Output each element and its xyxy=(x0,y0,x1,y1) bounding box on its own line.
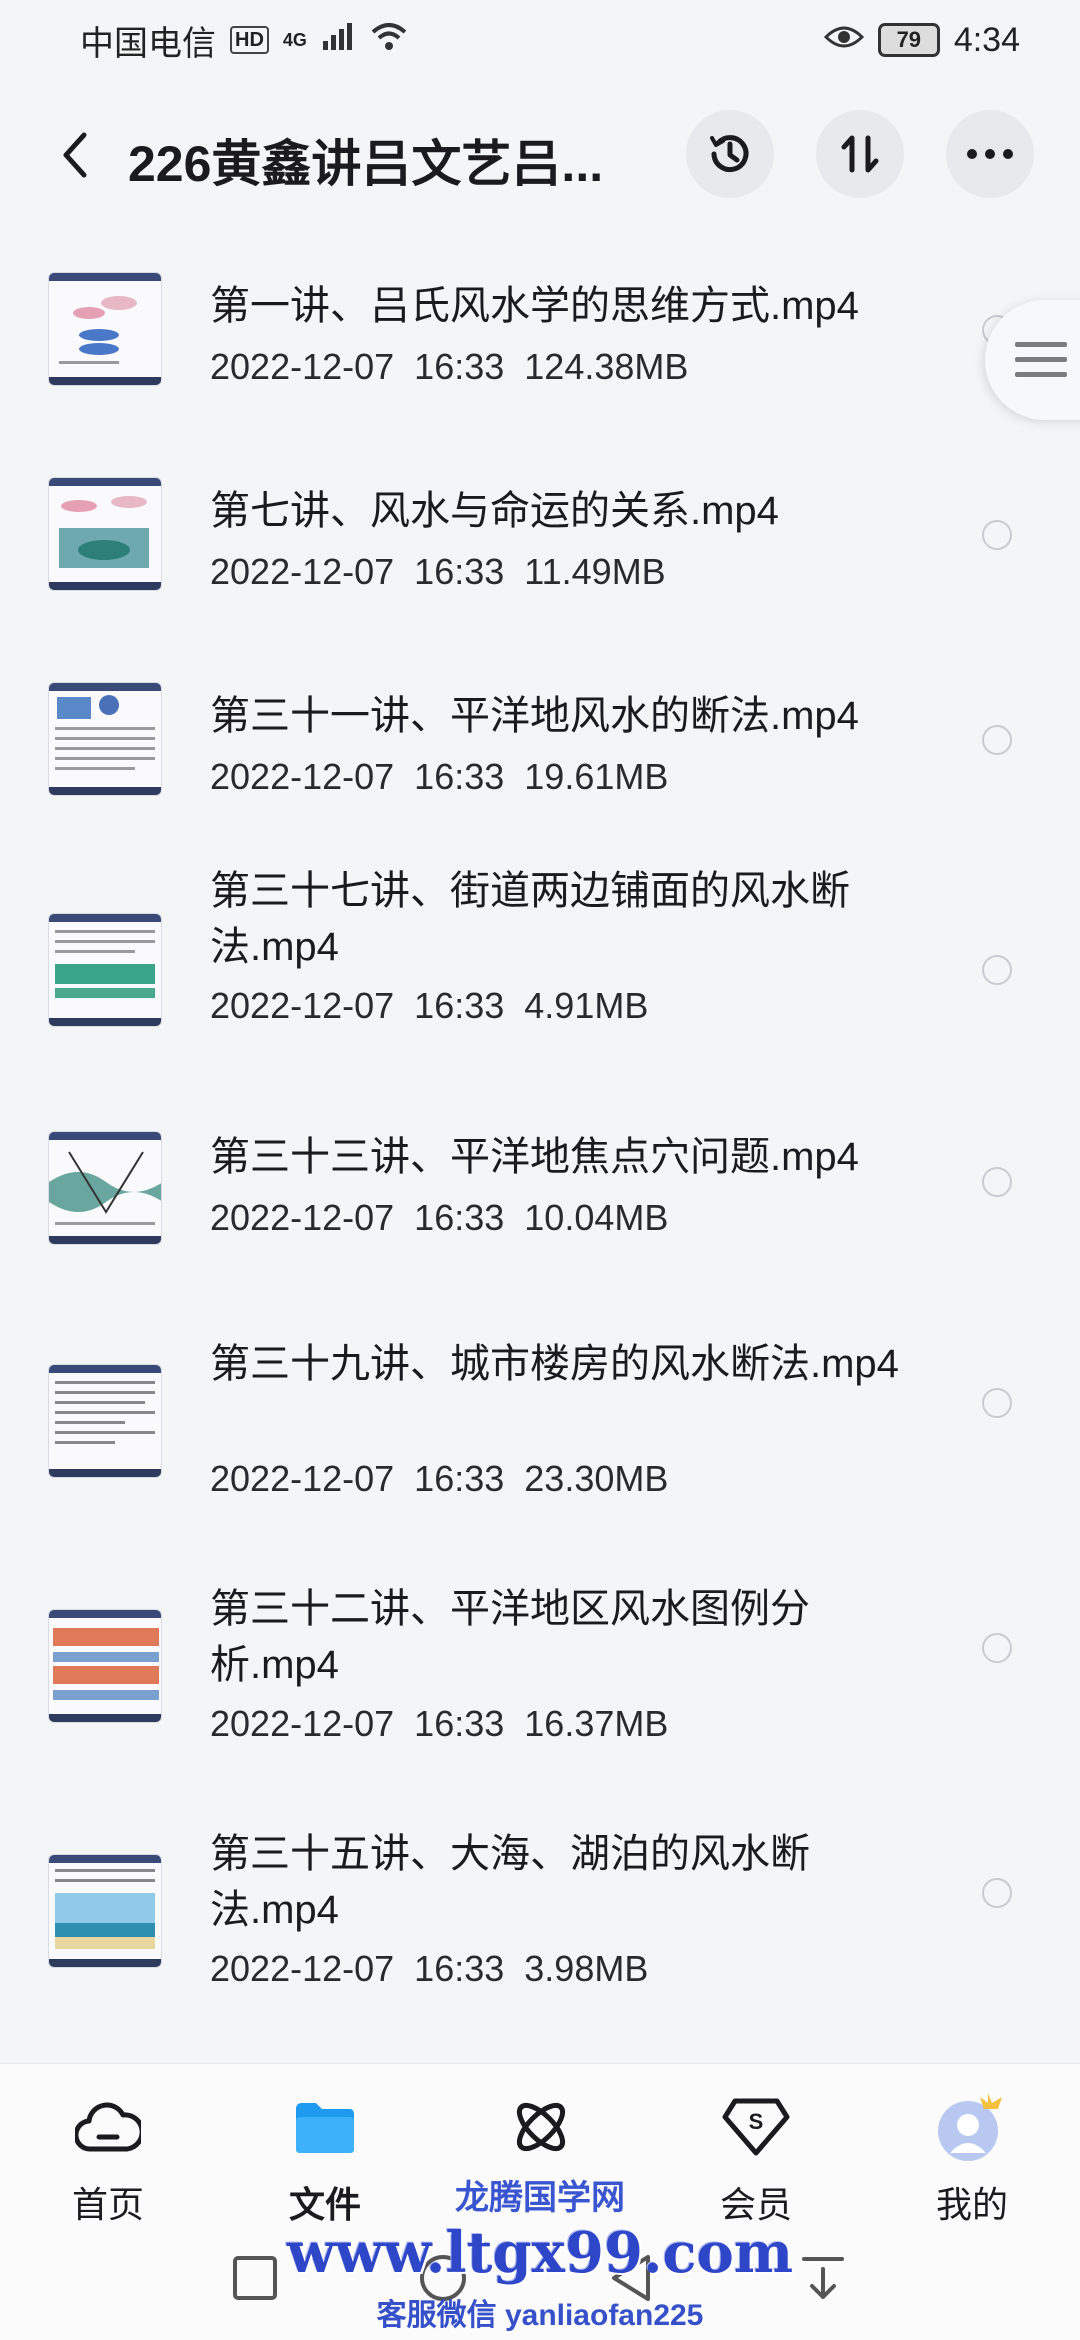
video-thumbnail xyxy=(48,1131,162,1245)
file-time: 16:33 xyxy=(414,985,505,1026)
file-meta: 2022-12-07 16:33 3.98MB xyxy=(210,1948,648,1990)
file-time: 16:33 xyxy=(414,551,505,592)
nav-item-discover[interactable] xyxy=(471,2092,611,2176)
file-time: 16:33 xyxy=(414,346,505,387)
sort-button[interactable] xyxy=(816,110,904,198)
file-name: 第三十七讲、街道两边铺面的风水断法.mp4 xyxy=(210,869,850,969)
file-name: 第三十一讲、平洋地风水的断法.mp4 xyxy=(210,694,859,738)
select-checkbox[interactable] xyxy=(982,1388,1012,1418)
list-item[interactable]: 第三十五讲、大海、湖泊的风水断法.mp4 2022-12-07 16:33 3.… xyxy=(0,1828,1080,2083)
file-size: 124.38MB xyxy=(524,346,689,387)
hd-badge: HD xyxy=(230,26,269,54)
select-checkbox[interactable] xyxy=(982,1633,1012,1663)
back-arrow-icon xyxy=(63,132,87,178)
file-date: 2022-12-07 xyxy=(210,551,395,592)
status-right: 79 4:34 xyxy=(823,20,1020,60)
select-checkbox[interactable] xyxy=(982,1167,1012,1197)
video-thumbnail xyxy=(48,272,162,386)
select-checkbox[interactable] xyxy=(982,1878,1012,1908)
file-size: 10.04MB xyxy=(524,1197,669,1238)
file-size: 16.37MB xyxy=(524,1703,669,1744)
file-meta: 2022-12-07 16:33 124.38MB xyxy=(210,346,688,388)
file-time: 16:33 xyxy=(414,1703,505,1744)
status-left: 中国电信 HD 4G xyxy=(80,16,409,65)
more-icon xyxy=(967,149,1013,159)
video-thumbnail xyxy=(48,1609,162,1723)
file-name: 第三十三讲、平洋地焦点穴问题.mp4 xyxy=(210,1135,859,1179)
file-name: 第一讲、吕氏风水学的思维方式.mp4 xyxy=(210,284,859,328)
video-thumbnail xyxy=(48,1364,162,1478)
file-name: 第三十二讲、平洋地区风水图例分析.mp4 xyxy=(210,1587,810,1687)
history-button[interactable] xyxy=(686,110,774,198)
svg-text:S: S xyxy=(749,2109,764,2134)
file-date: 2022-12-07 xyxy=(210,1703,395,1744)
watermark-url: www.ltgx99.com xyxy=(286,2220,794,2286)
hamburger-icon xyxy=(1015,342,1067,377)
file-time: 16:33 xyxy=(414,1948,505,1989)
file-meta: 2022-12-07 16:33 10.04MB xyxy=(210,1197,668,1239)
file-time: 16:33 xyxy=(414,1458,505,1499)
file-size: 19.61MB xyxy=(524,756,669,797)
folder-icon xyxy=(255,2092,395,2162)
vip-diamond-icon: S xyxy=(686,2092,826,2162)
file-size: 3.98MB xyxy=(524,1948,649,1989)
list-item[interactable]: 第三十一讲、平洋地风水的断法.mp4 2022-12-07 16:33 19.6… xyxy=(0,660,1080,860)
file-time: 16:33 xyxy=(414,1197,505,1238)
select-checkbox[interactable] xyxy=(982,520,1012,550)
file-size: 4.91MB xyxy=(524,985,649,1026)
select-checkbox[interactable] xyxy=(982,725,1012,755)
file-meta: 2022-12-07 16:33 19.61MB xyxy=(210,756,668,798)
video-thumbnail xyxy=(48,1854,162,1968)
video-thumbnail xyxy=(48,913,162,1027)
network-label: 4G xyxy=(282,29,307,50)
carrier-label: 中国电信 xyxy=(80,24,216,63)
list-item[interactable]: 第三十二讲、平洋地区风水图例分析.mp4 2022-12-07 16:33 16… xyxy=(0,1583,1080,1838)
file-meta: 2022-12-07 16:33 16.37MB xyxy=(210,1703,668,1745)
file-date: 2022-12-07 xyxy=(210,756,395,797)
file-date: 2022-12-07 xyxy=(210,346,395,387)
atom-icon xyxy=(471,2092,611,2162)
list-item[interactable]: 第七讲、风水与命运的关系.mp4 2022-12-07 16:33 11.49M… xyxy=(0,455,1080,655)
history-icon xyxy=(710,135,749,173)
file-date: 2022-12-07 xyxy=(210,985,395,1026)
sort-icon xyxy=(841,135,879,173)
clock: 4:34 xyxy=(953,20,1020,59)
back-button[interactable] xyxy=(44,125,104,185)
wifi-icon xyxy=(369,20,409,61)
list-item[interactable]: 第三十三讲、平洋地焦点穴问题.mp4 2022-12-07 16:33 10.0… xyxy=(0,1123,1080,1323)
cloud-home-icon xyxy=(38,2092,178,2162)
file-date: 2022-12-07 xyxy=(210,1948,395,1989)
file-name: 第三十九讲、城市楼房的风水断法.mp4 xyxy=(210,1342,899,1386)
file-meta: 2022-12-07 16:33 23.30MB xyxy=(210,1458,668,1500)
battery-icon: 79 xyxy=(877,23,940,57)
list-item[interactable]: 第三十七讲、街道两边铺面的风水断法.mp4 2022-12-07 16:33 4… xyxy=(0,865,1080,1120)
list-item[interactable]: 第一讲、吕氏风水学的思维方式.mp4 2022-12-07 16:33 124.… xyxy=(0,250,1080,450)
file-meta: 2022-12-07 16:33 11.49MB xyxy=(210,551,666,593)
file-name: 第三十五讲、大海、湖泊的风水断法.mp4 xyxy=(210,1832,810,1932)
file-meta: 2022-12-07 16:33 4.91MB xyxy=(210,985,648,1027)
watermark-contact: 客服微信 yanliaofan225 xyxy=(376,2299,704,2332)
file-date: 2022-12-07 xyxy=(210,1197,395,1238)
file-name: 第七讲、风水与命运的关系.mp4 xyxy=(210,489,779,533)
select-checkbox[interactable] xyxy=(982,955,1012,985)
file-size: 11.49MB xyxy=(524,551,666,592)
more-button[interactable] xyxy=(946,110,1034,198)
signal-icon xyxy=(321,21,355,60)
page-title: 226黄鑫讲吕文艺吕... xyxy=(128,136,604,192)
eye-icon xyxy=(823,21,864,60)
list-item[interactable]: 第三十九讲、城市楼房的风水断法.mp4 2022-12-07 16:33 23.… xyxy=(0,1338,1080,1593)
avatar-icon xyxy=(902,2092,1042,2162)
file-time: 16:33 xyxy=(414,756,505,797)
file-date: 2022-12-07 xyxy=(210,1458,395,1499)
video-thumbnail xyxy=(48,682,162,796)
file-size: 23.30MB xyxy=(524,1458,669,1499)
video-thumbnail xyxy=(48,477,162,591)
status-bar: 中国电信 HD 4G 79 4:34 xyxy=(0,0,1080,80)
watermark-title: 龙腾国学网 xyxy=(455,2179,625,2217)
header: 226黄鑫讲吕文艺吕... xyxy=(0,110,1080,200)
